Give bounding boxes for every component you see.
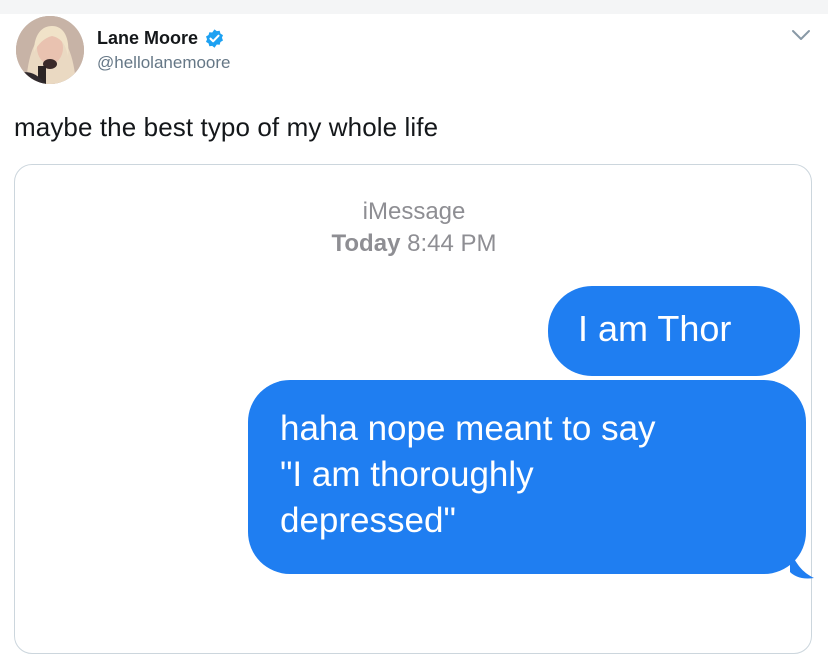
avatar[interactable]: [16, 16, 84, 84]
timestamp-day: Today: [331, 230, 401, 257]
top-strip: [0, 0, 828, 14]
bubble-tail-icon: [790, 550, 814, 579]
message-bubble: haha nope meant to say "I am thoroughly …: [248, 380, 806, 574]
timestamp-time: 8:44 PM: [407, 230, 497, 257]
tweet-text: maybe the best typo of my whole life: [14, 112, 439, 142]
message-line: I am Thor: [578, 308, 732, 349]
imessage-service-label: iMessage: [362, 198, 466, 225]
author-name[interactable]: Lane Moore: [97, 28, 198, 49]
author-name-row[interactable]: Lane Moore: [97, 26, 225, 50]
message-line: depressed": [280, 501, 456, 540]
message-line: haha nope meant to say: [280, 409, 656, 448]
message-bubble: I am Thor: [548, 286, 800, 376]
verified-badge-icon: [206, 28, 224, 48]
chevron-down-icon[interactable]: [788, 24, 814, 46]
author-handle[interactable]: @hellolanemoore: [97, 53, 231, 73]
message-line: "I am thoroughly: [280, 455, 534, 494]
imessage-timestamp: Today 8:44 PM: [0, 230, 828, 258]
